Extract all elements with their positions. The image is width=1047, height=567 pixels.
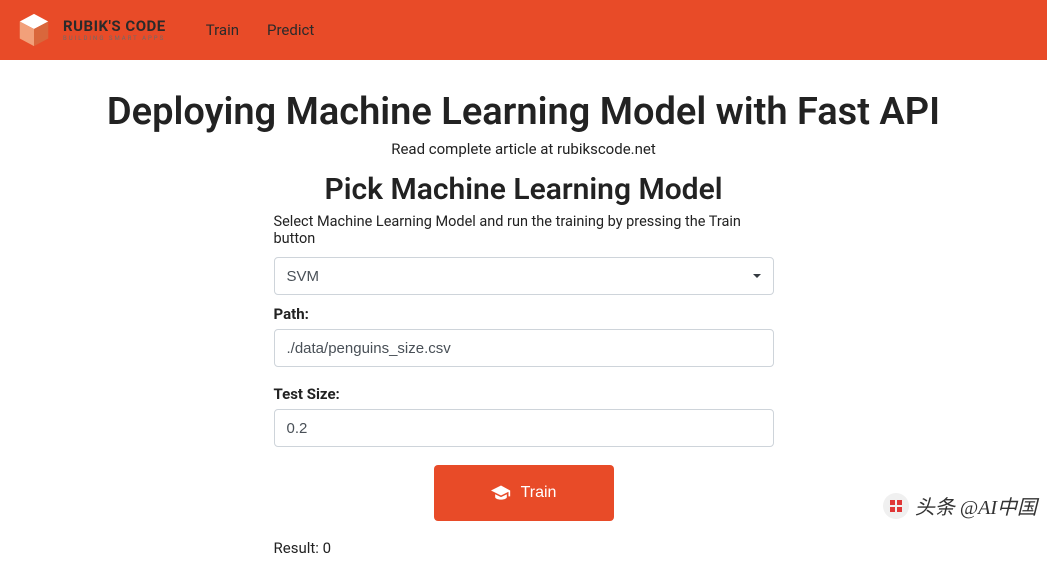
train-button[interactable]: Train xyxy=(434,465,614,521)
path-input[interactable] xyxy=(274,329,774,367)
nav-train[interactable]: Train xyxy=(206,21,239,39)
watermark-text: 头条 @AI中国 xyxy=(915,491,1037,520)
testsize-input[interactable] xyxy=(274,409,774,447)
watermark: 头条 @AI中国 xyxy=(883,491,1037,520)
graduation-cap-icon xyxy=(491,485,511,501)
path-group: Path: xyxy=(274,305,774,367)
model-select[interactable]: SVM xyxy=(274,257,774,295)
nav-predict[interactable]: Predict xyxy=(267,21,314,39)
testsize-label: Test Size: xyxy=(274,385,774,403)
cube-icon xyxy=(15,11,53,49)
testsize-group: Test Size: xyxy=(274,385,774,447)
result-text: Result: 0 xyxy=(274,539,774,557)
path-label: Path: xyxy=(274,305,774,323)
brand-subtitle: BUILDING SMART APPS xyxy=(63,36,166,42)
page-subtitle: Read complete article at rubikscode.net xyxy=(44,140,1004,158)
page-title: Deploying Machine Learning Model with Fa… xyxy=(44,90,1004,134)
section-title: Pick Machine Learning Model xyxy=(44,172,1004,207)
brand-logo[interactable]: RUBIK'S CODE BUILDING SMART APPS xyxy=(15,11,166,49)
section-description: Select Machine Learning Model and run th… xyxy=(274,213,774,247)
train-button-label: Train xyxy=(521,484,557,502)
main-container: Deploying Machine Learning Model with Fa… xyxy=(24,60,1024,567)
navbar: RUBIK'S CODE BUILDING SMART APPS Train P… xyxy=(0,0,1047,60)
watermark-icon xyxy=(883,493,909,519)
brand-title: RUBIK'S CODE xyxy=(63,19,166,34)
form-wrap: Select Machine Learning Model and run th… xyxy=(274,213,774,557)
